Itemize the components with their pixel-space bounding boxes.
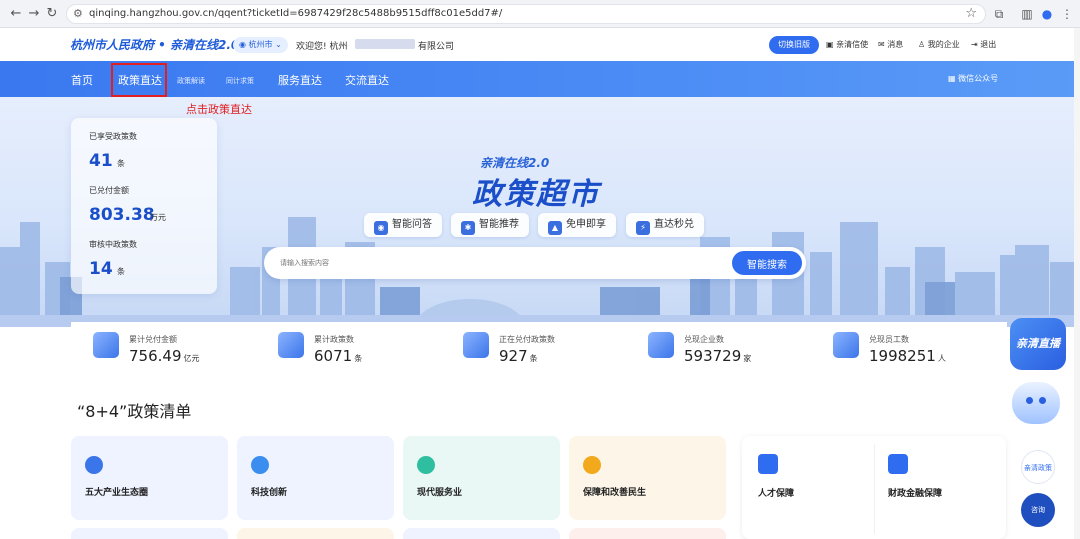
policy-card-row2-1[interactable] [71,528,228,539]
live-stream-widget[interactable]: 亲清直播 [1010,318,1066,370]
welcome-text: 欢迎您! 杭州 [296,42,348,52]
header-link-my-company[interactable]: ♙ 我的企业 [918,39,960,50]
back-icon[interactable]: ← [6,4,26,24]
person-icon [758,454,778,474]
search-input[interactable] [280,255,720,271]
city-label: 杭州市 [248,40,273,49]
bookmark-star-icon[interactable]: ☆ [965,6,977,21]
nav-exchange-direct[interactable]: 交流直达 [345,72,389,88]
building-icon [648,332,674,358]
policy-card-industry[interactable]: 五大产业生态圈 [71,436,228,520]
nav-home[interactable]: 首页 [71,72,93,88]
robot-icon: ◉ [374,221,388,235]
policy-card-livelihood[interactable]: 保障和改善民生 [569,436,726,520]
hero-title: 政策超市 [472,177,600,212]
policy-card-row2-3[interactable] [403,528,560,539]
browser-toolbar: ← → ↻ ⚙ qinqing.hangzhou.gov.cn/qqent?ti… [0,0,1080,28]
site-info-icon[interactable]: ⚙ [73,7,83,20]
switch-version-button[interactable]: 切换旧版 [769,36,819,54]
location-icon: ◉ [239,40,249,49]
paid-amount-label: 已兑付金额 [89,186,129,195]
messenger-icon: ▣ [826,40,837,49]
header-link-logout[interactable]: ⇥ 退出 [971,39,996,50]
stamp-icon: ▲ [548,221,562,235]
document-icon [278,332,304,358]
section-title: “8+4”政策清单 [77,402,192,421]
reload-icon[interactable]: ↻ [42,4,62,24]
reviewing-policies-label: 审核中政策数 [89,240,137,249]
policy-search-bar: 智能搜索 [264,247,806,279]
site-logo[interactable]: 杭州市人民政府 • 亲清在线2.0 [70,36,239,53]
policy-feedback-button[interactable]: 亲清政策 [1021,450,1055,484]
lightbulb-icon [251,456,269,474]
nav-policy-interpretation[interactable]: 政策解读 [177,76,205,86]
policy-card-services[interactable]: 现代服务业 [403,436,560,520]
qrcode-icon: ▦ [948,74,959,83]
wallet-icon [463,332,489,358]
logout-icon: ⇥ [971,40,981,49]
my-policy-summary-card: 已享受政策数 41 条 已兑付金额 803.38 万元 审核中政策数 14 条 [71,118,217,294]
enjoyed-policies-unit: 条 [117,159,125,168]
handshake-icon [417,456,435,474]
redacted-company-name [355,39,415,49]
scrollbar[interactable] [1074,28,1080,539]
money-bag-icon [888,454,908,474]
url-text: qinqing.hangzhou.gov.cn/qqent?ticketId=6… [89,8,503,19]
consult-button[interactable]: 咨询 [1021,493,1055,527]
enjoyed-policies-value: 41 [89,151,113,171]
shield-icon [583,456,601,474]
chip-direct-pay[interactable]: ⚡ 直达秒兑 [626,213,704,237]
gear-icon: ✱ [461,221,475,235]
instruction-hint: 点击政策直达 [186,103,252,116]
robot-assistant-icon[interactable] [1012,382,1060,424]
guarantee-panel: 人才保障 财政金融保障 [742,436,1006,539]
profile-icon[interactable]: ● [1038,5,1056,23]
chip-no-apply[interactable]: ▲ 免申即享 [538,213,616,237]
header-link-messenger[interactable]: ▣ 亲清信使 [826,39,868,50]
address-bar[interactable]: ⚙ qinqing.hangzhou.gov.cn/qqent?ticketId… [66,4,986,24]
reviewing-policies-unit: 条 [117,267,125,276]
chip-smart-recommend[interactable]: ✱ 智能推荐 [451,213,529,237]
header-link-messages[interactable]: ✉ 消息 [878,39,903,50]
enjoyed-policies-label: 已享受政策数 [89,132,137,141]
city-selector[interactable]: ◉ 杭州市 ⌄ [233,37,288,53]
policy-card-row2-4[interactable] [569,528,726,539]
highlight-box [111,63,167,97]
money-icon [93,332,119,358]
smart-search-button[interactable]: 智能搜索 [732,251,802,275]
wechat-official-account[interactable]: ▦ 微信公众号 [948,73,998,84]
policy-card-row2-2[interactable] [237,528,394,539]
policy-card-tech[interactable]: 科技创新 [237,436,394,520]
mail-icon: ✉ [878,40,888,49]
nav-service-direct[interactable]: 服务直达 [278,72,322,88]
paid-amount-value: 803.38 [89,205,155,225]
divider [874,444,875,534]
user-icon: ♙ [918,40,928,49]
reviewing-policies-value: 14 [89,259,113,279]
sidebar-icon[interactable]: ▥ [1018,5,1036,23]
paid-amount-unit: 万元 [150,213,166,222]
menu-icon[interactable]: ⋮ [1058,5,1076,23]
lightning-icon: ⚡ [636,221,650,235]
chip-smart-qa[interactable]: ◉ 智能问答 [364,213,442,237]
id-card-icon [833,332,859,358]
hexagon-icon [85,456,103,474]
nav-policy-solicitation[interactable]: 同计求策 [226,76,254,86]
site-header: 杭州市人民政府 • 亲清在线2.0 ◉ 杭州市 ⌄ 欢迎您! 杭州 有限公司 切… [0,28,1080,61]
stats-strip: 累计兑付金额 756.49 亿元 累计政策数 6071 条 正在兑付政策数 927 条… [71,322,1007,368]
chevron-down-icon: ⌄ [272,40,282,49]
forward-icon[interactable]: → [24,4,44,24]
extensions-icon[interactable]: ⧉ [990,5,1008,23]
company-suffix: 有限公司 [418,42,455,52]
